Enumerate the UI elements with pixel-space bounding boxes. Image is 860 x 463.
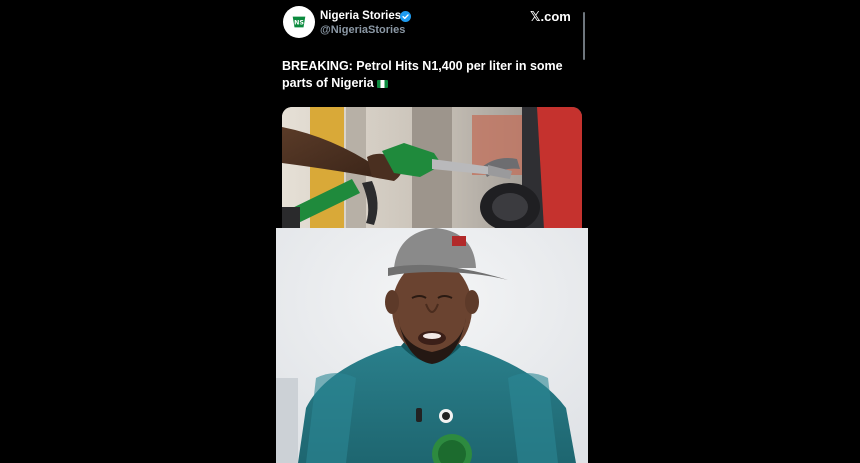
nigeria-flag-icon <box>376 79 388 88</box>
author-handle[interactable]: @NigeriaStories <box>320 24 405 36</box>
author-name[interactable]: Nigeria Stories <box>320 10 401 22</box>
tweet-photo[interactable] <box>282 107 582 228</box>
reactor-video <box>276 228 588 463</box>
tweet-card[interactable]: NS Nigeria Stories @NigeriaStories 𝕏.com… <box>276 0 588 228</box>
verified-badge-icon <box>400 11 411 22</box>
scrollbar[interactable] <box>583 12 585 60</box>
svg-text:NS: NS <box>294 20 304 27</box>
x-logo: 𝕏.com <box>530 9 571 24</box>
nigeria-stories-logo-icon: NS <box>292 16 306 28</box>
tweet-text-line2: parts of Nigeria <box>282 76 374 90</box>
avatar[interactable]: NS <box>283 6 315 38</box>
tweet-text-line1: BREAKING: Petrol Hits N1,400 per liter i… <box>282 59 563 73</box>
fuel-pump-photo <box>282 107 582 228</box>
presenter-image <box>276 228 588 463</box>
video-frame: NS Nigeria Stories @NigeriaStories 𝕏.com… <box>0 0 860 463</box>
tweet-text: BREAKING: Petrol Hits N1,400 per liter i… <box>282 58 582 92</box>
